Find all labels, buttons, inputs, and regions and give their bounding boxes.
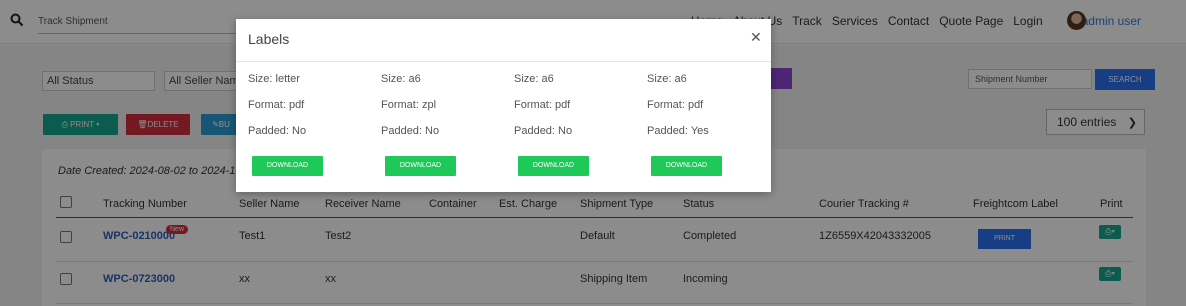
label-format: Format: pdf <box>248 99 305 111</box>
label-option: Size: a6 Format: zpl Padded: No <box>381 73 501 151</box>
download-button[interactable]: DOWNLOAD <box>385 156 456 176</box>
label-padded: Padded: No <box>514 125 573 137</box>
label-option: Size: a6 Format: pdf Padded: Yes <box>647 73 767 151</box>
modal-divider <box>236 61 771 62</box>
download-button[interactable]: DOWNLOAD <box>651 156 722 176</box>
label-format: Format: pdf <box>514 99 571 111</box>
label-size: Size: a6 <box>514 73 554 85</box>
label-size: Size: letter <box>248 73 300 85</box>
modal-title: Labels <box>248 31 290 47</box>
labels-modal: Labels ✕ Size: letter Format: pdf Padded… <box>236 19 771 192</box>
label-padded: Padded: No <box>381 125 440 137</box>
label-size: Size: a6 <box>647 73 687 85</box>
label-padded: Padded: Yes <box>647 125 709 137</box>
label-format: Format: pdf <box>647 99 704 111</box>
label-format: Format: zpl <box>381 99 437 111</box>
label-padded: Padded: No <box>248 125 307 137</box>
label-option: Size: a6 Format: pdf Padded: No <box>514 73 634 151</box>
label-option: Size: letter Format: pdf Padded: No <box>248 73 368 151</box>
download-button[interactable]: DOWNLOAD <box>252 156 323 176</box>
label-size: Size: a6 <box>381 73 421 85</box>
close-icon[interactable]: ✕ <box>750 29 762 46</box>
download-button[interactable]: DOWNLOAD <box>518 156 589 176</box>
